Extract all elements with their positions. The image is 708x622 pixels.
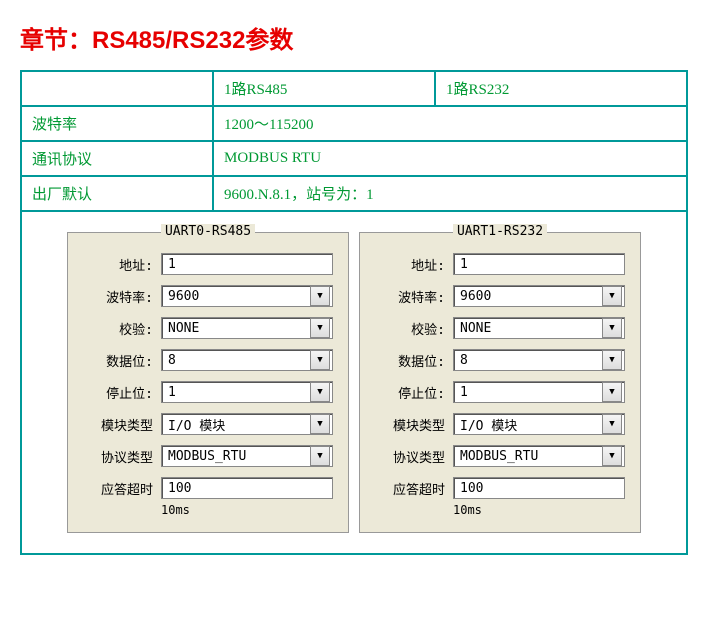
spec-table: 1路RS485 1路RS232 波特率 1200～115200 通讯协议 MOD… xyxy=(20,70,688,212)
stopbits-select[interactable]: 1▼ xyxy=(161,381,333,403)
baud-select[interactable]: 9600▼ xyxy=(161,285,333,307)
databits-select[interactable]: 8▼ xyxy=(161,349,333,371)
config-panel-area: UART0-RS485 地址: 1 波特率: 9600▼ 校验: NONE▼ 数… xyxy=(20,212,688,555)
baud-select[interactable]: 9600▼ xyxy=(453,285,625,307)
spec-row-value: MODBUS RTU xyxy=(213,141,687,176)
spec-row-value: 1200～115200 xyxy=(213,106,687,141)
prottype-label: 协议类型 xyxy=(375,447,453,466)
chevron-down-icon[interactable]: ▼ xyxy=(310,414,330,434)
chevron-down-icon[interactable]: ▼ xyxy=(602,350,622,370)
spec-row-label: 出厂默认 xyxy=(21,176,213,211)
chevron-down-icon[interactable]: ▼ xyxy=(310,318,330,338)
chevron-down-icon[interactable]: ▼ xyxy=(602,414,622,434)
modtype-select[interactable]: I/O 模块▼ xyxy=(161,413,333,435)
modtype-select[interactable]: I/O 模块▼ xyxy=(453,413,625,435)
spec-row-value: 9600.N.8.1，站号为：1 xyxy=(213,176,687,211)
parity-select[interactable]: NONE▼ xyxy=(161,317,333,339)
parity-label: 校验: xyxy=(375,319,453,338)
timeout-unit: 10ms xyxy=(161,503,333,517)
chevron-down-icon[interactable]: ▼ xyxy=(310,350,330,370)
chevron-down-icon[interactable]: ▼ xyxy=(602,286,622,306)
addr-input[interactable]: 1 xyxy=(161,253,333,275)
uart1-groupbox: UART1-RS232 地址: 1 波特率: 9600▼ 校验: NONE▼ 数… xyxy=(359,232,641,533)
baud-label: 波特率: xyxy=(83,287,161,306)
databits-label: 数据位: xyxy=(83,351,161,370)
prottype-select[interactable]: MODBUS_RTU▼ xyxy=(161,445,333,467)
page-title: 章节：RS485/RS232参数 xyxy=(20,20,688,55)
prottype-select[interactable]: MODBUS_RTU▼ xyxy=(453,445,625,467)
uart0-groupbox: UART0-RS485 地址: 1 波特率: 9600▼ 校验: NONE▼ 数… xyxy=(67,232,349,533)
chevron-down-icon[interactable]: ▼ xyxy=(602,318,622,338)
parity-select[interactable]: NONE▼ xyxy=(453,317,625,339)
addr-input[interactable]: 1 xyxy=(453,253,625,275)
timeout-input[interactable]: 100 xyxy=(453,477,625,499)
addr-label: 地址: xyxy=(375,255,453,274)
prottype-label: 协议类型 xyxy=(83,447,161,466)
timeout-input[interactable]: 100 xyxy=(161,477,333,499)
modtype-label: 模块类型 xyxy=(375,415,453,434)
spec-row-label: 通讯协议 xyxy=(21,141,213,176)
chevron-down-icon[interactable]: ▼ xyxy=(310,382,330,402)
parity-label: 校验: xyxy=(83,319,161,338)
databits-select[interactable]: 8▼ xyxy=(453,349,625,371)
addr-label: 地址: xyxy=(83,255,161,274)
baud-label: 波特率: xyxy=(375,287,453,306)
chevron-down-icon[interactable]: ▼ xyxy=(310,286,330,306)
chevron-down-icon[interactable]: ▼ xyxy=(602,382,622,402)
spec-header-col1: 1路RS485 xyxy=(213,71,435,106)
stopbits-label: 停止位: xyxy=(83,383,161,402)
spec-header-col2: 1路RS232 xyxy=(435,71,687,106)
chevron-down-icon[interactable]: ▼ xyxy=(310,446,330,466)
timeout-unit: 10ms xyxy=(453,503,625,517)
modtype-label: 模块类型 xyxy=(83,415,161,434)
spec-header-blank xyxy=(21,71,213,106)
spec-row-label: 波特率 xyxy=(21,106,213,141)
uart0-legend: UART0-RS485 xyxy=(68,224,348,239)
chevron-down-icon[interactable]: ▼ xyxy=(602,446,622,466)
databits-label: 数据位: xyxy=(375,351,453,370)
uart1-legend: UART1-RS232 xyxy=(360,224,640,239)
timeout-label: 应答超时 xyxy=(83,479,161,498)
stopbits-select[interactable]: 1▼ xyxy=(453,381,625,403)
stopbits-label: 停止位: xyxy=(375,383,453,402)
timeout-label: 应答超时 xyxy=(375,479,453,498)
